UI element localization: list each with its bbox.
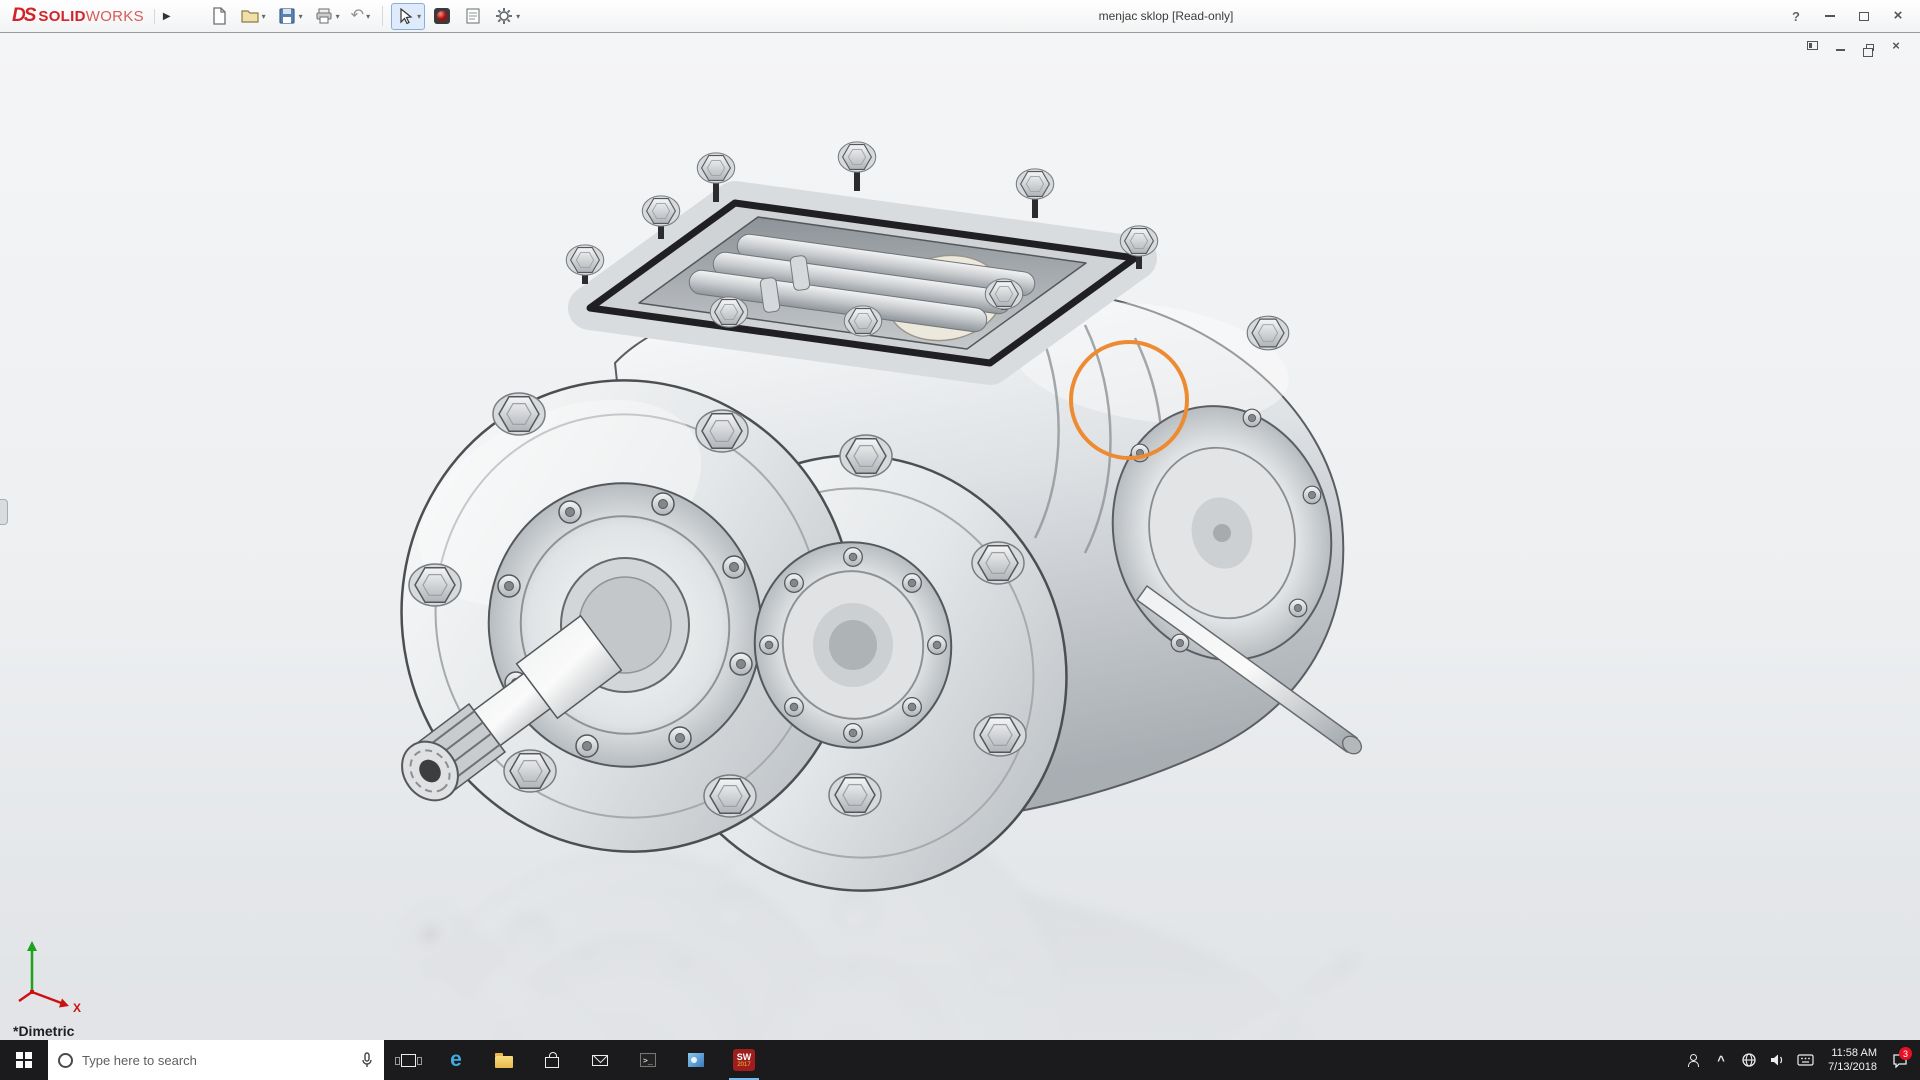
gear-icon xyxy=(496,8,513,24)
touch-keyboard-icon xyxy=(1796,1054,1814,1066)
options-button[interactable]: ▾ xyxy=(490,3,524,30)
close-document-icon: × xyxy=(1892,38,1900,53)
print-icon xyxy=(316,8,332,24)
file-explorer-icon xyxy=(495,1053,513,1068)
mail-button[interactable] xyxy=(576,1040,624,1080)
minimize-document-button[interactable] xyxy=(1832,38,1848,53)
volume-icon xyxy=(1771,1054,1783,1066)
x-axis-arrow xyxy=(59,998,69,1008)
minimize-icon xyxy=(1825,15,1835,17)
orientation-triad[interactable]: X xyxy=(16,934,86,1014)
save-icon xyxy=(279,8,295,24)
edge-button[interactable]: e xyxy=(432,1040,480,1080)
maximize-button[interactable] xyxy=(1854,6,1874,26)
people-button[interactable] xyxy=(1679,1040,1707,1080)
action-center-button[interactable]: 3 xyxy=(1886,1040,1914,1080)
solidworks-taskbar-button[interactable]: SW 2017 xyxy=(720,1040,768,1080)
restore-document-icon xyxy=(1862,43,1874,57)
start-button[interactable] xyxy=(0,1040,48,1080)
y-axis-arrow xyxy=(27,941,37,951)
model-viewport[interactable] xyxy=(0,33,1920,1040)
triad-origin xyxy=(30,990,34,994)
photos-button[interactable] xyxy=(672,1040,720,1080)
document-title: menjac sklop [Read-only] xyxy=(1098,9,1234,23)
volume-button[interactable] xyxy=(1763,1040,1791,1080)
edge-icon: e xyxy=(450,1048,462,1071)
minimize-document-icon xyxy=(1835,48,1845,51)
window-controls: ? × xyxy=(1786,6,1920,26)
touch-keyboard-button[interactable] xyxy=(1791,1040,1819,1080)
task-view-icon xyxy=(394,1053,422,1067)
maximize-icon xyxy=(1859,11,1869,21)
solidworks-window: DS SOLID WORKS ▶ ▾ ▾ ▾ ↶ ▾ ▾ ▾ menjac sk… xyxy=(0,0,1920,1080)
close-icon: × xyxy=(1893,7,1903,24)
solidworks-logo: DS SOLID WORKS xyxy=(12,5,144,26)
select-dropdown-caret[interactable]: ▾ xyxy=(417,12,421,21)
task-view-button[interactable] xyxy=(384,1040,432,1080)
open-icon xyxy=(241,10,259,23)
toolbar-flyout-arrow-icon[interactable]: ▶ xyxy=(153,8,179,24)
network-button[interactable] xyxy=(1735,1040,1763,1080)
clock-date: 7/13/2018 xyxy=(1828,1061,1877,1073)
view-orientation-label: *Dimetric xyxy=(13,1023,75,1039)
close-document-button[interactable]: × xyxy=(1888,38,1904,53)
microphone-icon[interactable] xyxy=(360,1051,374,1069)
close-button[interactable]: × xyxy=(1888,6,1908,26)
hidden-icons-button[interactable]: ^ xyxy=(1707,1040,1735,1080)
undo-dropdown-caret[interactable]: ▾ xyxy=(366,12,370,21)
open-dropdown-caret[interactable]: ▾ xyxy=(262,12,266,21)
panel-collapse-handle[interactable] xyxy=(0,499,8,525)
save-button[interactable]: ▾ xyxy=(273,3,307,30)
people-icon xyxy=(1687,1054,1700,1067)
chevron-up-icon: ^ xyxy=(1717,1052,1725,1068)
solidworks-app-icon: SW 2017 xyxy=(733,1049,755,1071)
new-document-button[interactable] xyxy=(205,3,233,30)
store-icon xyxy=(545,1052,559,1068)
print-dropdown-caret[interactable]: ▾ xyxy=(336,12,340,21)
select-cursor-icon xyxy=(400,7,413,25)
new-document-icon xyxy=(212,7,226,25)
dock-window-button[interactable] xyxy=(1804,38,1820,53)
windows-logo-icon xyxy=(16,1052,32,1068)
taskbar-clock[interactable]: 11:58 AM 7/13/2018 xyxy=(1819,1046,1886,1074)
titlebar: DS SOLID WORKS ▶ ▾ ▾ ▾ ↶ ▾ ▾ ▾ menjac sk… xyxy=(0,0,1920,33)
properties-sheet-icon xyxy=(466,8,480,24)
notification-badge: 3 xyxy=(1899,1047,1912,1060)
document-window-controls: × xyxy=(1804,38,1904,57)
properties-button[interactable] xyxy=(459,3,487,30)
options-dropdown-caret[interactable]: ▾ xyxy=(516,12,520,21)
minimize-button[interactable] xyxy=(1820,6,1840,26)
ds-logo: DS xyxy=(12,5,36,26)
appearance-icon xyxy=(434,8,451,24)
store-button[interactable] xyxy=(528,1040,576,1080)
mail-icon xyxy=(592,1054,608,1066)
select-tool-button[interactable]: ▾ xyxy=(391,2,426,30)
cortana-icon xyxy=(58,1052,73,1068)
undo-icon: ↶ xyxy=(350,7,365,24)
undo-button[interactable]: ↶ ▾ xyxy=(347,3,374,30)
x-axis-label: X xyxy=(73,1001,81,1014)
save-dropdown-caret[interactable]: ▾ xyxy=(299,12,303,21)
command-prompt-icon: >_ xyxy=(640,1053,656,1067)
dock-window-icon xyxy=(1806,41,1818,50)
search-input[interactable] xyxy=(82,1052,351,1068)
open-button[interactable]: ▾ xyxy=(236,3,270,30)
file-explorer-button[interactable] xyxy=(480,1040,528,1080)
taskbar-search[interactable] xyxy=(48,1040,384,1080)
print-button[interactable]: ▾ xyxy=(310,3,344,30)
clock-time: 11:58 AM xyxy=(1831,1047,1877,1059)
graphics-area[interactable]: × X *Dimetric xyxy=(0,33,1920,1040)
appearance-button[interactable] xyxy=(428,3,456,30)
windows-taskbar: e >_ SW 2017 ^ xyxy=(0,1040,1920,1080)
toolbar-separator xyxy=(382,6,384,26)
restore-document-button[interactable] xyxy=(1860,38,1876,57)
standard-toolbar: ▾ ▾ ▾ ↶ ▾ ▾ ▾ xyxy=(205,2,525,30)
help-button[interactable]: ? xyxy=(1786,6,1806,26)
network-icon xyxy=(1742,1053,1756,1067)
taskbar-apps: e >_ SW 2017 xyxy=(384,1040,768,1080)
command-prompt-button[interactable]: >_ xyxy=(624,1040,672,1080)
system-tray: ^ 11:58 AM 7/13/2018 3 xyxy=(1679,1040,1920,1080)
photos-icon xyxy=(688,1053,704,1067)
